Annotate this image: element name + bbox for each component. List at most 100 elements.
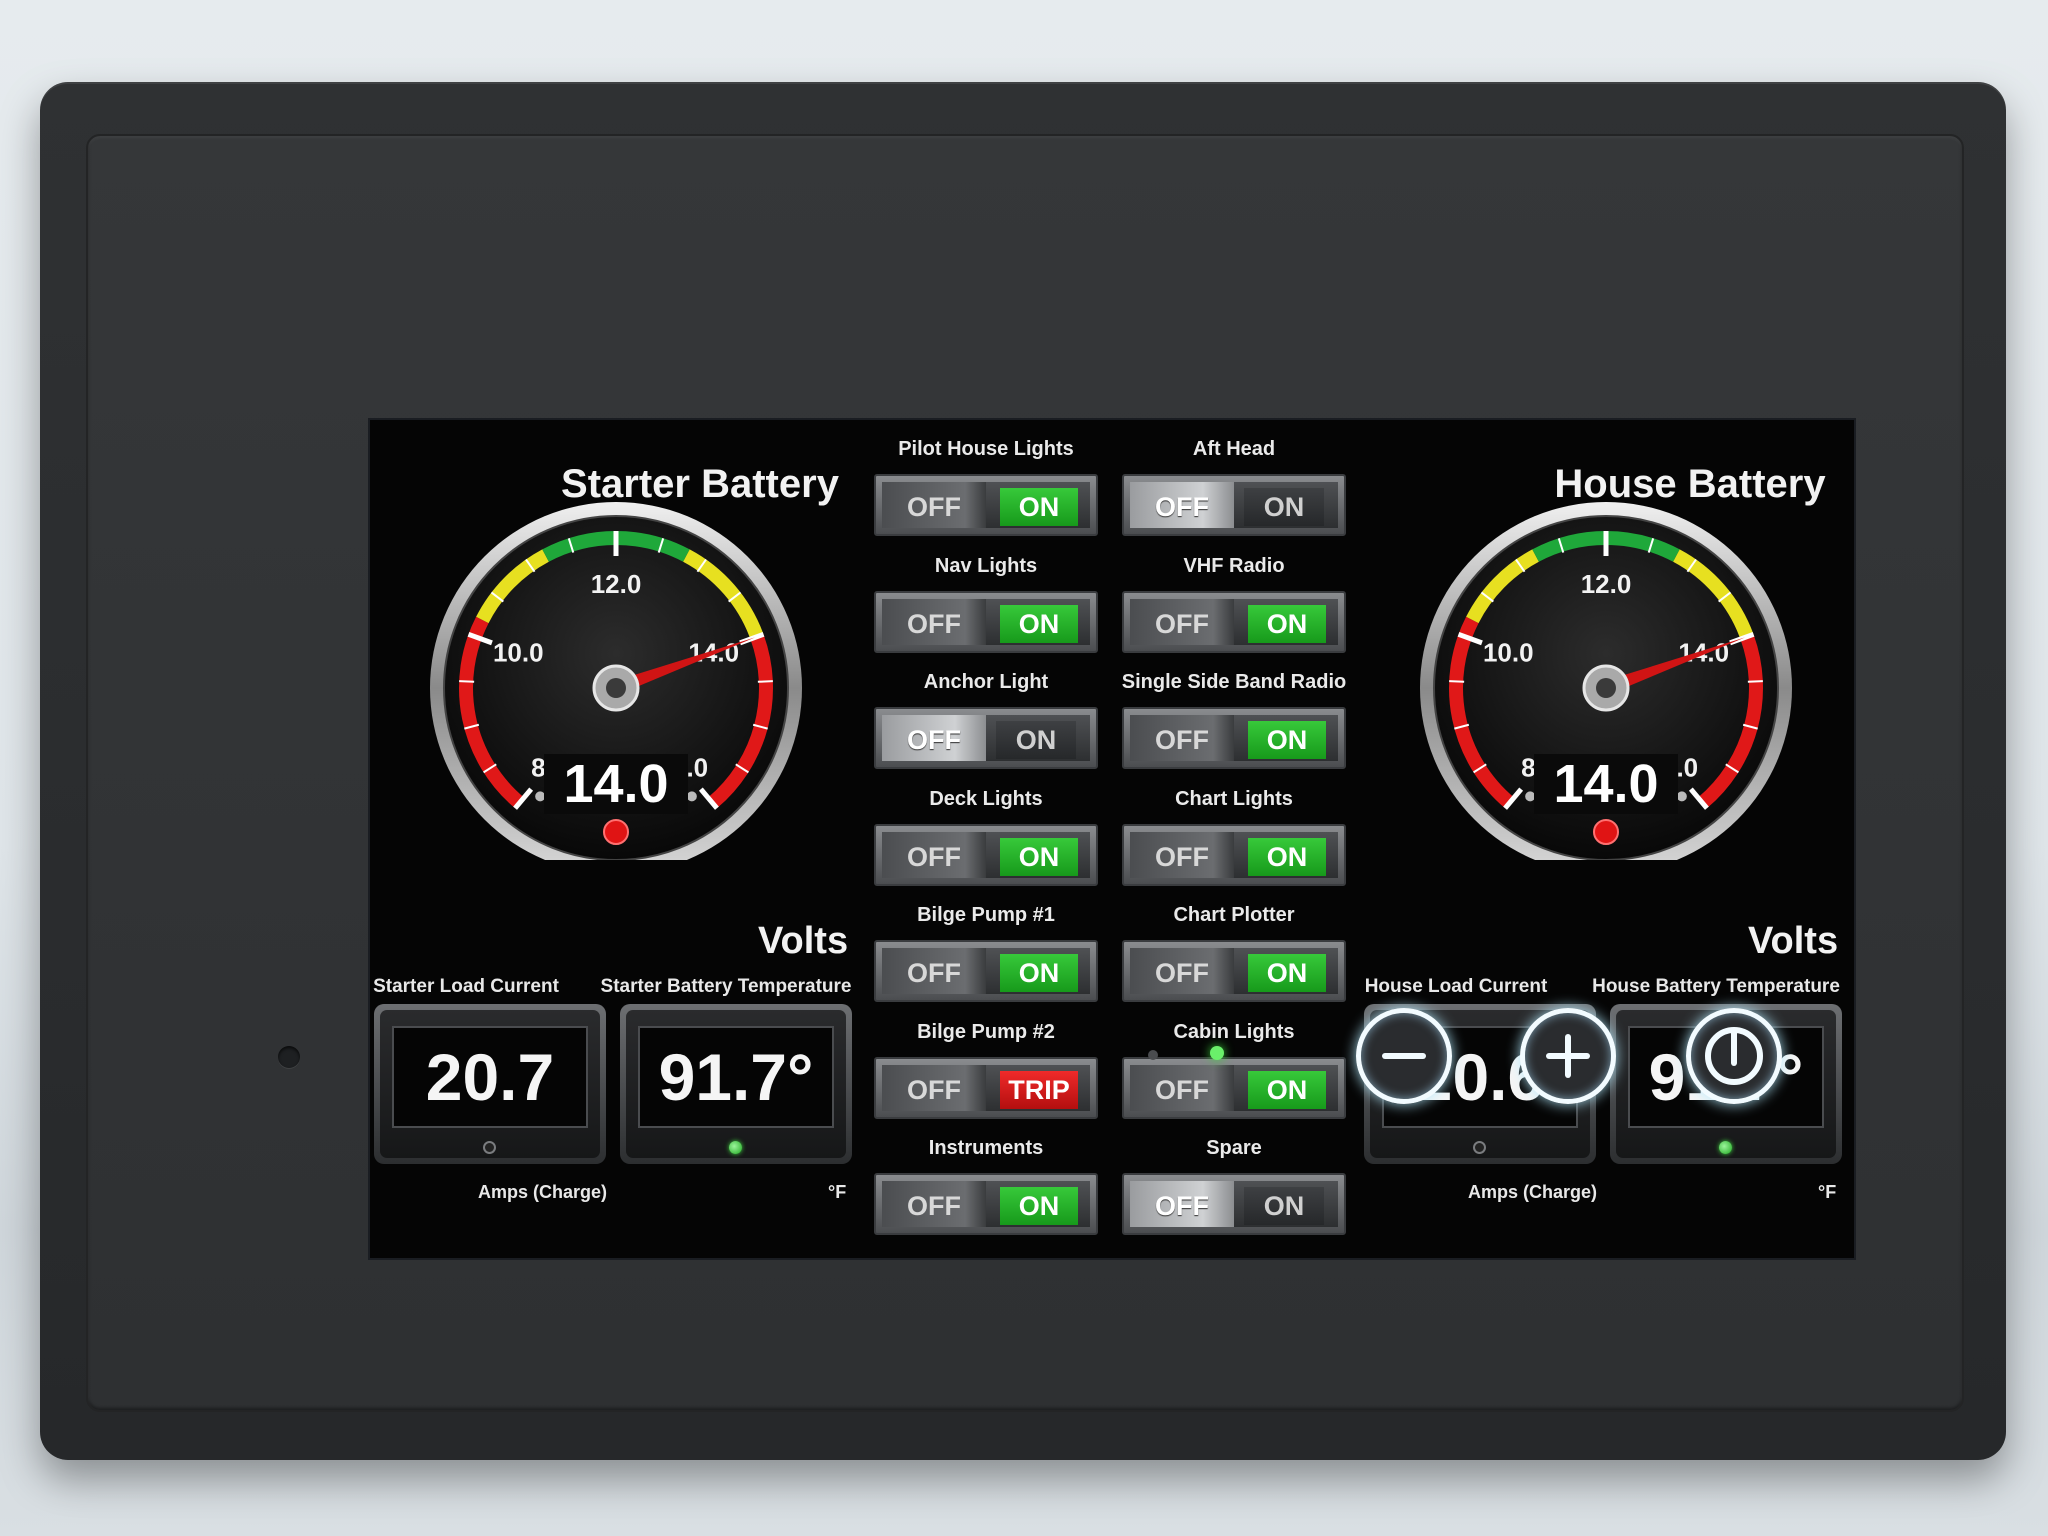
starter-load-current-readout: 20.7 xyxy=(374,1004,606,1164)
switch-nav-lights[interactable]: OFF ON xyxy=(874,590,1098,653)
switch-off-label[interactable]: OFF xyxy=(882,831,986,878)
switch-off-label[interactable]: OFF xyxy=(1130,1064,1234,1111)
switch-deck-lights[interactable]: OFF ON xyxy=(874,823,1098,886)
switch-on-label[interactable]: ON xyxy=(986,832,1090,878)
switch-aft-head[interactable]: OFF ON xyxy=(1122,474,1346,536)
house-tick xyxy=(1449,680,1465,683)
starter-load-current-value: 20.7 xyxy=(392,1026,588,1128)
house-digital-value: 14.0 xyxy=(1553,754,1658,814)
switch-on-label[interactable]: ON xyxy=(1234,599,1338,645)
switch-on-text: ON xyxy=(1248,837,1326,876)
switch-on-label[interactable]: ON xyxy=(986,715,1090,761)
switch-on-text: ON xyxy=(1248,1070,1326,1109)
starter-battery-temperature-value: 91.7° xyxy=(638,1026,834,1128)
starter-battery-temperature-label: Starter Battery Temperature xyxy=(600,976,852,997)
switch-label-instruments: Instruments xyxy=(928,1137,1044,1159)
switch-on-label[interactable]: ON xyxy=(1234,1065,1338,1111)
switch-off-label[interactable]: OFF xyxy=(882,948,986,994)
switch-on-label[interactable]: ON xyxy=(986,482,1090,528)
switch-pilot-house-lights[interactable]: OFF ON xyxy=(874,474,1098,536)
switch-off-label[interactable]: OFF xyxy=(882,598,986,645)
switch-on-label[interactable]: ON xyxy=(986,948,1090,994)
switch-bilge-pump-1[interactable]: OFF ON xyxy=(874,940,1098,1002)
switch-instruments[interactable]: OFF ON xyxy=(874,1173,1098,1235)
switch-on-label[interactable]: ON xyxy=(986,1181,1090,1227)
house-load-current-label: House Load Current xyxy=(1364,976,1548,997)
house-battery-temperature-status-led xyxy=(1719,1141,1732,1154)
house-load-current-status-led xyxy=(1473,1141,1486,1154)
switch-label-anchor-light: Anchor Light xyxy=(923,671,1049,693)
switch-off-label[interactable]: OFF xyxy=(882,1064,986,1111)
switch-label-vhf-radio: VHF Radio xyxy=(1183,554,1285,577)
switch-on-text: ON xyxy=(1000,488,1078,526)
switch-anchor-light[interactable]: OFF ON xyxy=(874,707,1098,769)
switch-label-aft-head: Aft Head xyxy=(1192,438,1276,460)
switch-label-nav-lights: Nav Lights xyxy=(934,554,1038,577)
minus-icon xyxy=(1382,1053,1426,1059)
switch-label-spare: Spare xyxy=(1206,1137,1262,1159)
switch-off-label[interactable]: OFF xyxy=(1130,948,1234,994)
switch-label-bilge-pump-2: Bilge Pump #2 xyxy=(917,1020,1055,1043)
house-voltage-unit: Volts xyxy=(1748,920,1839,962)
starter-needle-hub-center xyxy=(606,678,626,698)
starter-battery-temperature-status-led xyxy=(729,1141,742,1154)
starter-temperature-unit: °F xyxy=(828,1182,847,1202)
switch-on-text: ON xyxy=(1248,954,1326,992)
plus-button[interactable] xyxy=(1520,1008,1616,1104)
house-battery-voltage-gauge: 8.010.012.014.016.014.0 xyxy=(1416,500,1796,874)
switch-trip-indicator[interactable]: TRIP xyxy=(986,1065,1090,1111)
switch-label-chart-plotter: Chart Plotter xyxy=(1173,904,1295,926)
minus-button[interactable] xyxy=(1356,1008,1452,1104)
switch-off-label[interactable]: OFF xyxy=(882,1181,986,1227)
switch-on-text: ON xyxy=(1248,721,1326,759)
switch-chart-plotter[interactable]: OFF ON xyxy=(1122,940,1346,1002)
switch-on-label[interactable]: ON xyxy=(986,599,1090,645)
starter-gauge-svg: 8.010.012.014.016.014.0 xyxy=(430,502,802,874)
starter-stop-pin xyxy=(535,791,546,802)
switch-on-text: ON xyxy=(1244,488,1324,526)
house-gauge-svg: 8.010.012.014.016.014.0 xyxy=(1420,502,1792,874)
switch-vhf-radio[interactable]: OFF ON xyxy=(1122,590,1346,653)
switch-on-text: ON xyxy=(996,721,1076,759)
starter-battery-temperature-readout: 91.7° xyxy=(620,1004,852,1164)
switch-label-deck-lights: Deck Lights xyxy=(929,787,1043,810)
light-sensor xyxy=(278,1046,300,1068)
starter-load-current-unit: Amps (Charge) xyxy=(478,1182,608,1202)
house-tick-label: 12.0 xyxy=(1581,569,1632,599)
switch-on-label[interactable]: ON xyxy=(1234,948,1338,994)
house-tick xyxy=(1747,680,1763,683)
switch-spare[interactable]: OFF ON xyxy=(1122,1173,1346,1235)
switch-on-label[interactable]: ON xyxy=(1234,832,1338,878)
starter-tick-label: 10.0 xyxy=(493,637,544,667)
switch-on-text: ON xyxy=(1000,1187,1078,1225)
switch-on-label[interactable]: ON xyxy=(1234,715,1338,761)
switch-cabin-lights[interactable]: OFF ON xyxy=(1122,1056,1346,1119)
switch-off-label[interactable]: OFF xyxy=(1130,598,1234,645)
switch-off-label[interactable]: OFF xyxy=(882,482,986,528)
switch-on-text: ON xyxy=(1000,604,1078,643)
house-alarm-led xyxy=(1593,819,1619,845)
switch-off-label[interactable]: OFF xyxy=(1130,831,1234,878)
switch-bilge-pump-2[interactable]: OFF TRIP xyxy=(874,1056,1098,1119)
switch-off-label[interactable]: OFF xyxy=(1130,715,1234,761)
house-tick-label: 10.0 xyxy=(1483,637,1534,667)
switch-off-label[interactable]: OFF xyxy=(1130,482,1234,528)
house-load-current-unit: Amps (Charge) xyxy=(1468,1182,1598,1202)
switch-on-text: ON xyxy=(1000,837,1078,876)
switch-off-label[interactable]: OFF xyxy=(1130,1181,1234,1227)
starter-load-current-status-led xyxy=(483,1141,496,1154)
starter-voltage-unit: Volts xyxy=(758,920,849,962)
house-needle-hub-center xyxy=(1596,678,1616,698)
power-button[interactable] xyxy=(1686,1008,1782,1104)
switch-label-bilge-pump-1: Bilge Pump #1 xyxy=(917,904,1055,926)
switch-off-label[interactable]: OFF xyxy=(882,715,986,761)
house-stop-pin xyxy=(1676,791,1687,802)
switch-label-cabin-lights: Cabin Lights xyxy=(1173,1020,1295,1043)
switch-chart-lights[interactable]: OFF ON xyxy=(1122,823,1346,886)
power-icon xyxy=(1705,1027,1763,1085)
switch-single-side-band-radio[interactable]: OFF ON xyxy=(1122,707,1346,769)
switch-on-label[interactable]: ON xyxy=(1234,1181,1338,1227)
switch-on-text: ON xyxy=(1248,604,1326,643)
display-screen: Starter Battery 8.010.012.014.016.014.0 … xyxy=(368,418,1856,1260)
switch-on-label[interactable]: ON xyxy=(1234,482,1338,528)
